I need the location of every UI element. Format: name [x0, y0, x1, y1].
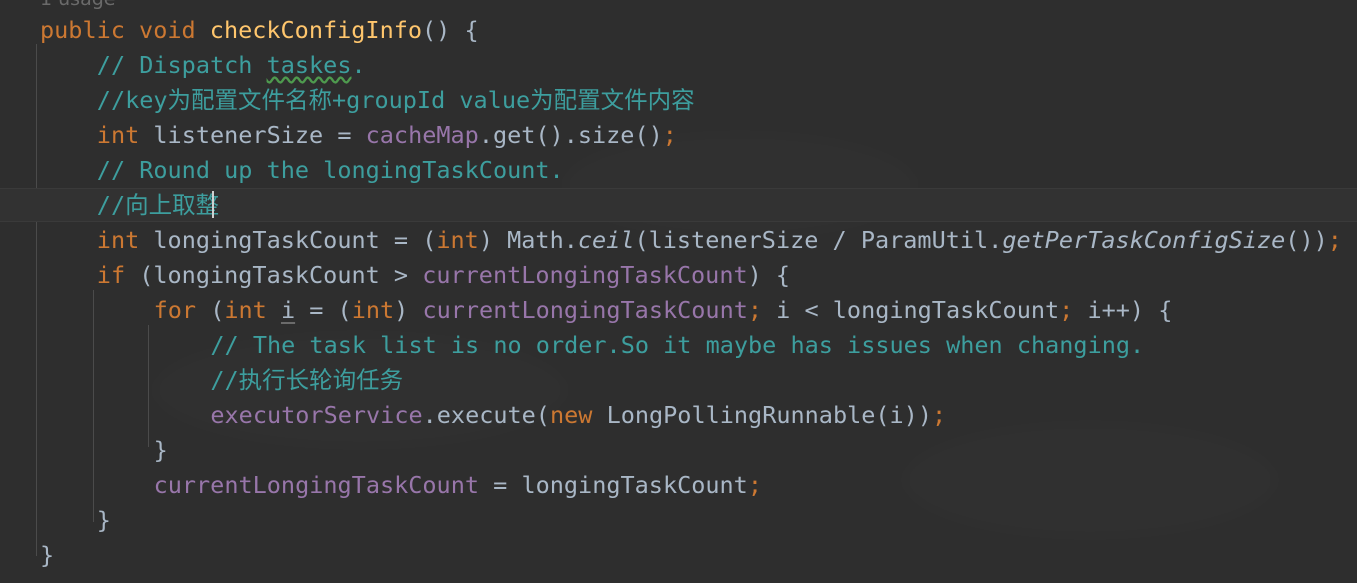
code-token: currentLongingTaskCount: [422, 261, 748, 289]
code-token: }: [40, 541, 55, 569]
code-token: listenerSize: [139, 121, 338, 149]
code-token: (: [196, 296, 225, 324]
code-token: i: [280, 296, 296, 324]
code-line[interactable]: // The task list is no order.So it maybe…: [0, 328, 1144, 363]
code-token: ) {: [747, 261, 791, 289]
code-line[interactable]: currentLongingTaskCount = longingTaskCou…: [0, 468, 762, 503]
code-line[interactable]: }: [0, 433, 168, 468]
code-token: //向上取整: [96, 191, 220, 219]
code-token: currentLongingTaskCount: [153, 471, 480, 499]
code-token: .execute(: [422, 401, 550, 429]
code-token: if: [96, 261, 126, 289]
code-line[interactable]: for (int i = (int) currentLongingTaskCou…: [0, 293, 1173, 328]
code-token: executorService: [210, 401, 423, 429]
code-token: // The task list is no order.So it maybe…: [210, 331, 1145, 359]
code-token: int: [351, 296, 395, 324]
code-token: taskes: [266, 51, 352, 79]
code-line[interactable]: // Round up the longingTaskCount.: [0, 153, 564, 188]
code-editor-viewport[interactable]: 1 usage public void checkConfigInfo() {/…: [0, 0, 1357, 583]
code-token: (listenerSize / ParamUtil.: [634, 226, 1003, 254]
code-token: void: [139, 16, 196, 44]
code-token: ): [394, 296, 423, 324]
usage-inlay-hint[interactable]: 1 usage: [40, 0, 115, 10]
code-token: getPerTaskConfigSize: [1002, 226, 1286, 254]
code-token: LongPollingRunnable(i)): [592, 401, 932, 429]
code-token: ceil: [577, 226, 635, 254]
code-line[interactable]: // Dispatch taskes.: [0, 48, 366, 83]
code-line[interactable]: int listenerSize = cacheMap.get().size()…: [0, 118, 677, 153]
code-token: (longingTaskCount >: [125, 261, 423, 289]
code-token: int: [96, 121, 140, 149]
code-token: //key为配置文件名称+groupId value为配置文件内容: [96, 86, 695, 114]
code-token: int: [224, 296, 267, 324]
code-token: currentLongingTaskCount: [422, 296, 748, 324]
code-token: i < longingTaskCount: [762, 296, 1060, 324]
code-token: ;: [1327, 226, 1342, 254]
code-token: longingTaskCount: [139, 226, 394, 254]
code-token: // Dispatch: [96, 51, 267, 79]
code-line[interactable]: public void checkConfigInfo() {: [0, 13, 479, 48]
code-token: for: [153, 296, 197, 324]
code-token: ;: [662, 121, 677, 149]
code-line[interactable]: if (longingTaskCount > currentLongingTas…: [0, 258, 790, 293]
background-texture: [900, 420, 1280, 540]
code-token: public: [40, 16, 125, 44]
code-token: new: [549, 401, 593, 429]
code-token: checkConfigInfo: [209, 16, 423, 44]
code-token: ) Math.: [478, 226, 578, 254]
code-token: () {: [422, 16, 479, 44]
code-token: int: [436, 226, 479, 254]
code-token: }: [153, 436, 168, 464]
text-caret: [212, 191, 214, 218]
code-token: = (: [295, 296, 352, 324]
code-line[interactable]: }: [0, 503, 111, 538]
code-token: ;: [747, 296, 763, 324]
code-token: i++) {: [1073, 296, 1173, 324]
code-token: ;: [1059, 296, 1074, 324]
code-token: ;: [931, 401, 947, 429]
code-token: //执行长轮询任务: [210, 366, 404, 394]
code-token: =: [337, 121, 366, 149]
code-line[interactable]: }: [0, 538, 54, 573]
code-token: = longingTaskCount: [479, 471, 748, 499]
code-token: }: [96, 506, 111, 534]
code-line[interactable]: //执行长轮询任务: [0, 363, 403, 398]
code-token: = (: [393, 226, 437, 254]
code-line[interactable]: int longingTaskCount = (int) Math.ceil(l…: [0, 223, 1342, 258]
code-token: cacheMap: [365, 121, 479, 149]
code-token: // Round up the longingTaskCount.: [96, 156, 564, 184]
code-token: .: [351, 51, 366, 79]
code-line[interactable]: executorService.execute(new LongPollingR…: [0, 398, 946, 433]
code-token: .get().size(): [478, 121, 663, 149]
code-token: ()): [1285, 226, 1328, 254]
code-token: ;: [747, 471, 762, 499]
code-token: int: [96, 226, 140, 254]
code-line[interactable]: //key为配置文件名称+groupId value为配置文件内容: [0, 83, 695, 118]
code-line[interactable]: //向上取整: [0, 188, 219, 223]
